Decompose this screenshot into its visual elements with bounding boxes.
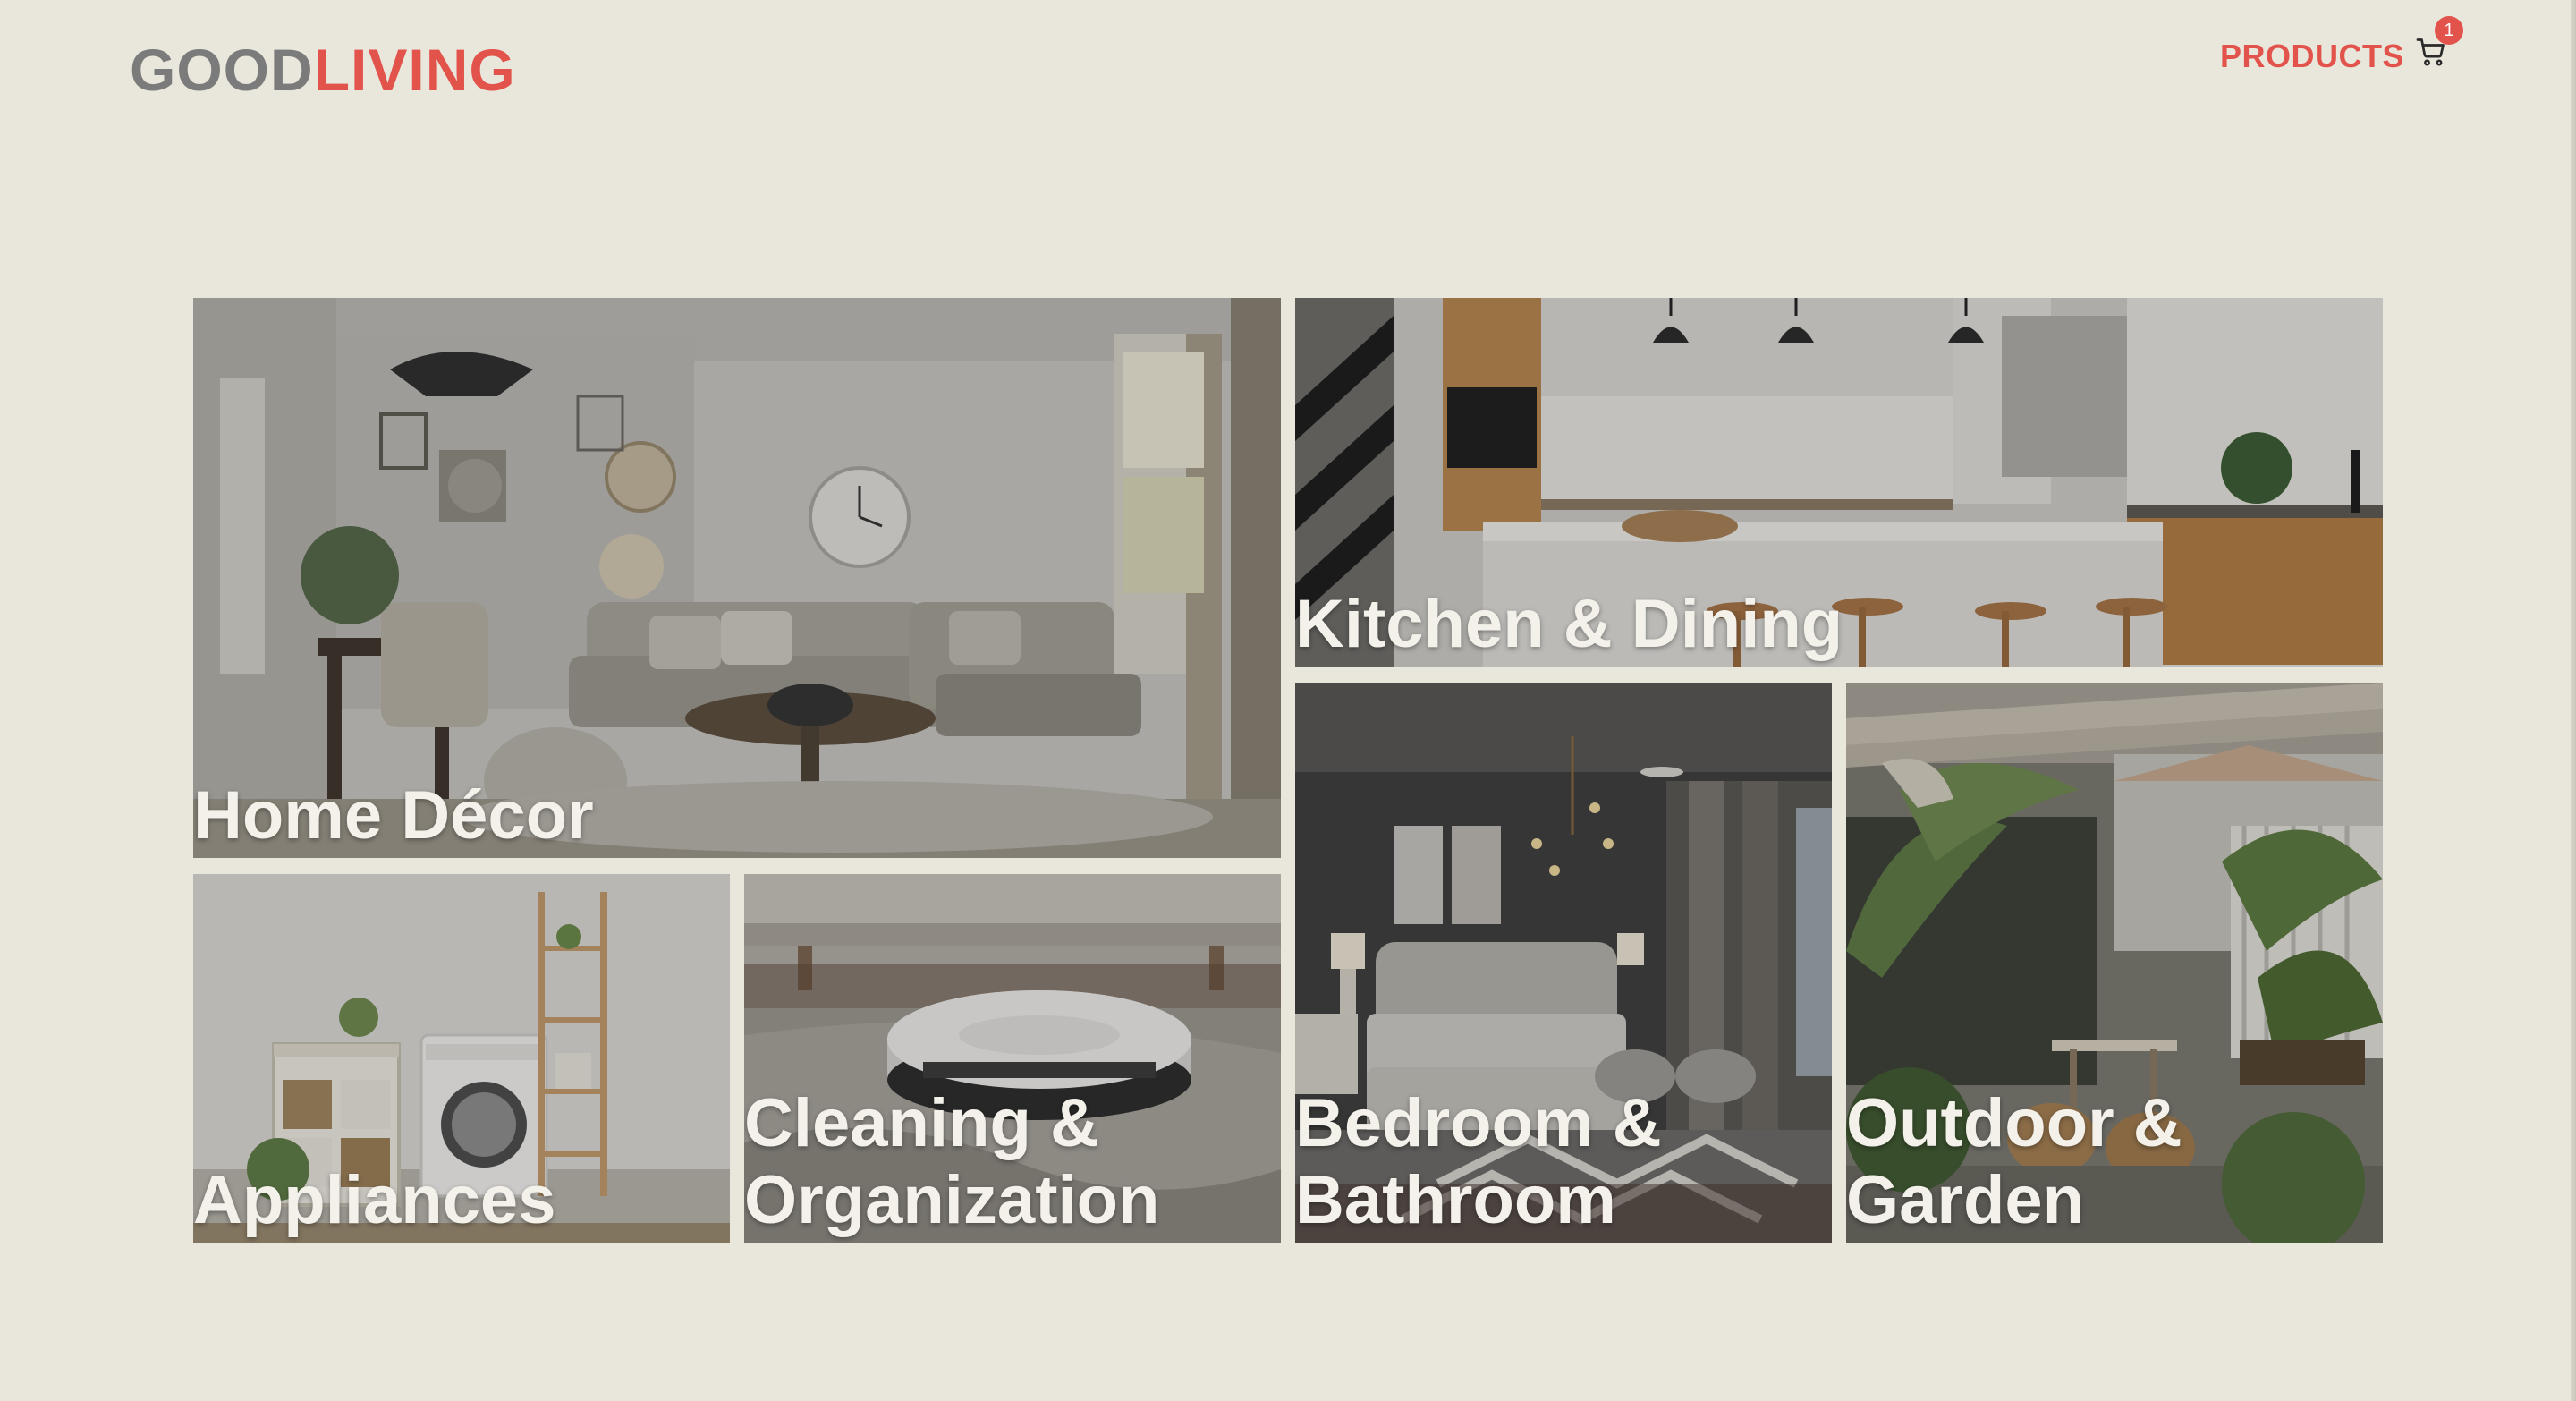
category-tile-cleaning-organization[interactable]: Cleaning & Organization	[744, 874, 1281, 1243]
category-tile-kitchen-dining[interactable]: Kitchen & Dining	[1295, 298, 2383, 667]
category-label: Bedroom & Bathroom	[1295, 1085, 1662, 1238]
site-logo[interactable]: GOODLIVING	[130, 34, 516, 106]
logo-good: GOOD	[130, 37, 314, 103]
cart-count-badge: 1	[2435, 16, 2463, 45]
logo-living: LIVING	[313, 37, 516, 103]
site-header: GOODLIVING PRODUCTS 1	[0, 0, 2576, 143]
window-edge	[2571, 0, 2576, 1401]
category-label: Kitchen & Dining	[1295, 586, 1843, 662]
category-label: Home Décor	[193, 777, 594, 853]
category-label: Cleaning & Organization	[744, 1085, 1160, 1238]
category-tile-outdoor-garden[interactable]: Outdoor & Garden	[1846, 683, 2383, 1243]
category-label: Appliances	[193, 1162, 556, 1238]
tile-overlay	[193, 298, 1281, 858]
category-tile-home-decor[interactable]: Home Décor	[193, 298, 1281, 858]
category-label: Outdoor & Garden	[1846, 1085, 2182, 1238]
category-tile-bedroom-bathroom[interactable]: Bedroom & Bathroom	[1295, 683, 1832, 1243]
category-tile-appliances[interactable]: Appliances	[193, 874, 730, 1243]
nav-products-link[interactable]: PRODUCTS	[2220, 34, 2404, 79]
